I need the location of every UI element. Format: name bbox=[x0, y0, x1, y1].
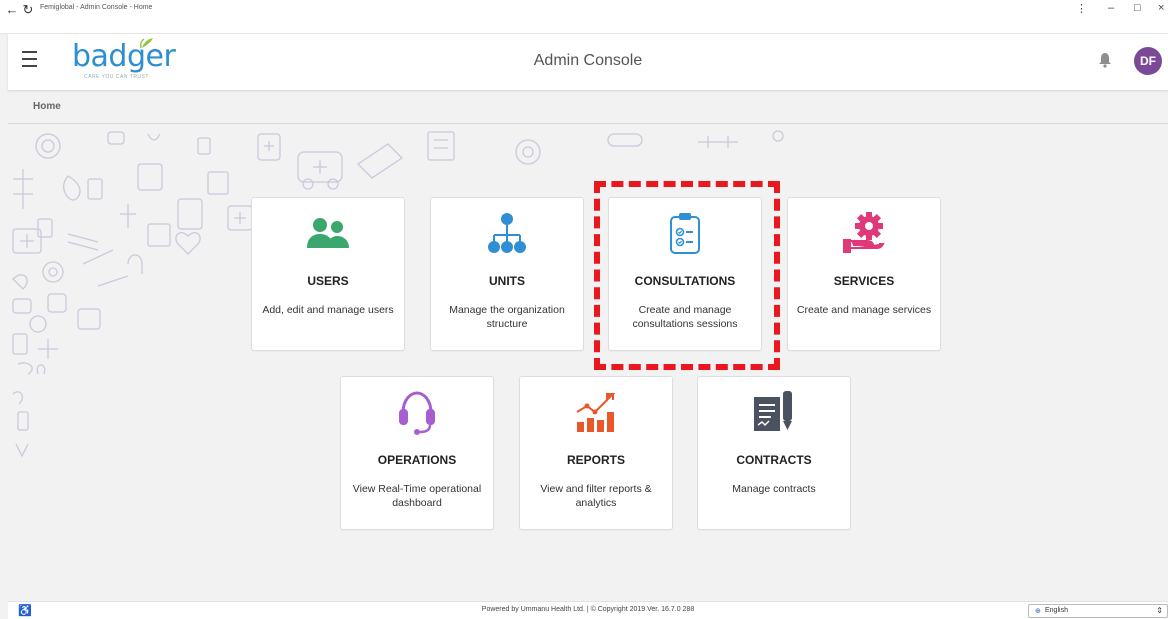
language-label: English bbox=[1045, 607, 1068, 614]
headset-icon bbox=[399, 391, 435, 435]
contract-pen-icon bbox=[754, 391, 792, 431]
tile-services[interactable]: SERVICES Create and manage services bbox=[787, 197, 941, 351]
users-icon bbox=[307, 218, 349, 248]
hamburger-menu-icon[interactable] bbox=[22, 51, 42, 67]
language-select[interactable]: ⊕ English ⇕ bbox=[1028, 604, 1168, 618]
tile-reports-title: REPORTS bbox=[566, 453, 625, 467]
window-titlebar: ← ↻ Femiglobal - Admin Console - Home ⋮ … bbox=[0, 0, 1168, 34]
gear-hand-icon bbox=[843, 212, 885, 253]
tile-services-description: Create and manage services bbox=[796, 304, 932, 316]
tile-users-description: Add, edit and manage users bbox=[262, 304, 394, 316]
tile-reports[interactable]: REPORTS View and filter reports & analyt… bbox=[519, 376, 673, 530]
breadcrumb-home[interactable]: Home bbox=[33, 101, 61, 112]
badger-logo[interactable]: badger CARE YOU CAN TRUST bbox=[72, 36, 182, 86]
avatar[interactable]: DF bbox=[1134, 47, 1162, 75]
tile-contracts-description: Manage contracts bbox=[732, 483, 816, 495]
tile-reports-description: View and filter reports & analytics bbox=[540, 483, 652, 509]
footer: ♿ Powered by Ummanu Health Ltd. | © Copy… bbox=[8, 601, 1168, 619]
bell-icon[interactable] bbox=[1098, 52, 1112, 68]
select-arrows-icon: ⇕ bbox=[1156, 606, 1163, 615]
menu-icon[interactable]: ⋮ bbox=[1076, 2, 1087, 15]
reload-icon[interactable]: ↻ bbox=[21, 2, 35, 18]
back-icon[interactable]: ← bbox=[5, 2, 19, 18]
page-title: Admin Console bbox=[533, 52, 643, 69]
tile-contracts[interactable]: CONTRACTS Manage contracts bbox=[697, 376, 851, 530]
tile-units-title: UNITS bbox=[489, 274, 525, 288]
tile-operations-title: OPERATIONS bbox=[377, 453, 457, 467]
close-icon[interactable]: × bbox=[1158, 2, 1164, 14]
tile-consultations[interactable]: CONSULTATIONS Create and manage consulta… bbox=[608, 197, 762, 351]
tile-units[interactable]: UNITS Manage the organization structure bbox=[430, 197, 584, 351]
hierarchy-icon bbox=[488, 213, 526, 253]
tile-operations[interactable]: OPERATIONS View Real-Time operational da… bbox=[340, 376, 494, 530]
bar-chart-icon bbox=[576, 393, 616, 432]
app-header: badger CARE YOU CAN TRUST Admin Console … bbox=[8, 34, 1168, 90]
window-title: Femiglobal - Admin Console - Home bbox=[40, 4, 153, 11]
globe-icon: ⊕ bbox=[1035, 608, 1041, 615]
tile-operations-description: View Real-Time operational dashboard bbox=[352, 483, 482, 509]
tile-users-title: USERS bbox=[307, 274, 349, 288]
tile-contracts-title: CONTRACTS bbox=[736, 453, 812, 467]
tile-users[interactable]: USERS Add, edit and manage users bbox=[251, 197, 405, 351]
clipboard-checklist-icon bbox=[670, 213, 700, 254]
minimize-icon[interactable]: – bbox=[1108, 2, 1114, 14]
logo-tagline: CARE YOU CAN TRUST bbox=[84, 74, 149, 80]
tile-services-title: SERVICES bbox=[833, 274, 895, 288]
tile-units-description: Manage the organization structure bbox=[449, 304, 565, 330]
tile-consultations-description: Create and manage consultations sessions bbox=[632, 304, 738, 330]
maximize-icon[interactable]: □ bbox=[1134, 2, 1141, 14]
breadcrumb: Home bbox=[8, 90, 1168, 124]
logo-text: badger bbox=[72, 39, 176, 74]
tile-consultations-title: CONSULTATIONS bbox=[634, 274, 736, 288]
copyright-text: Powered by Ummanu Health Ltd. | © Copyri… bbox=[481, 606, 695, 613]
leaf-icon bbox=[139, 38, 153, 49]
